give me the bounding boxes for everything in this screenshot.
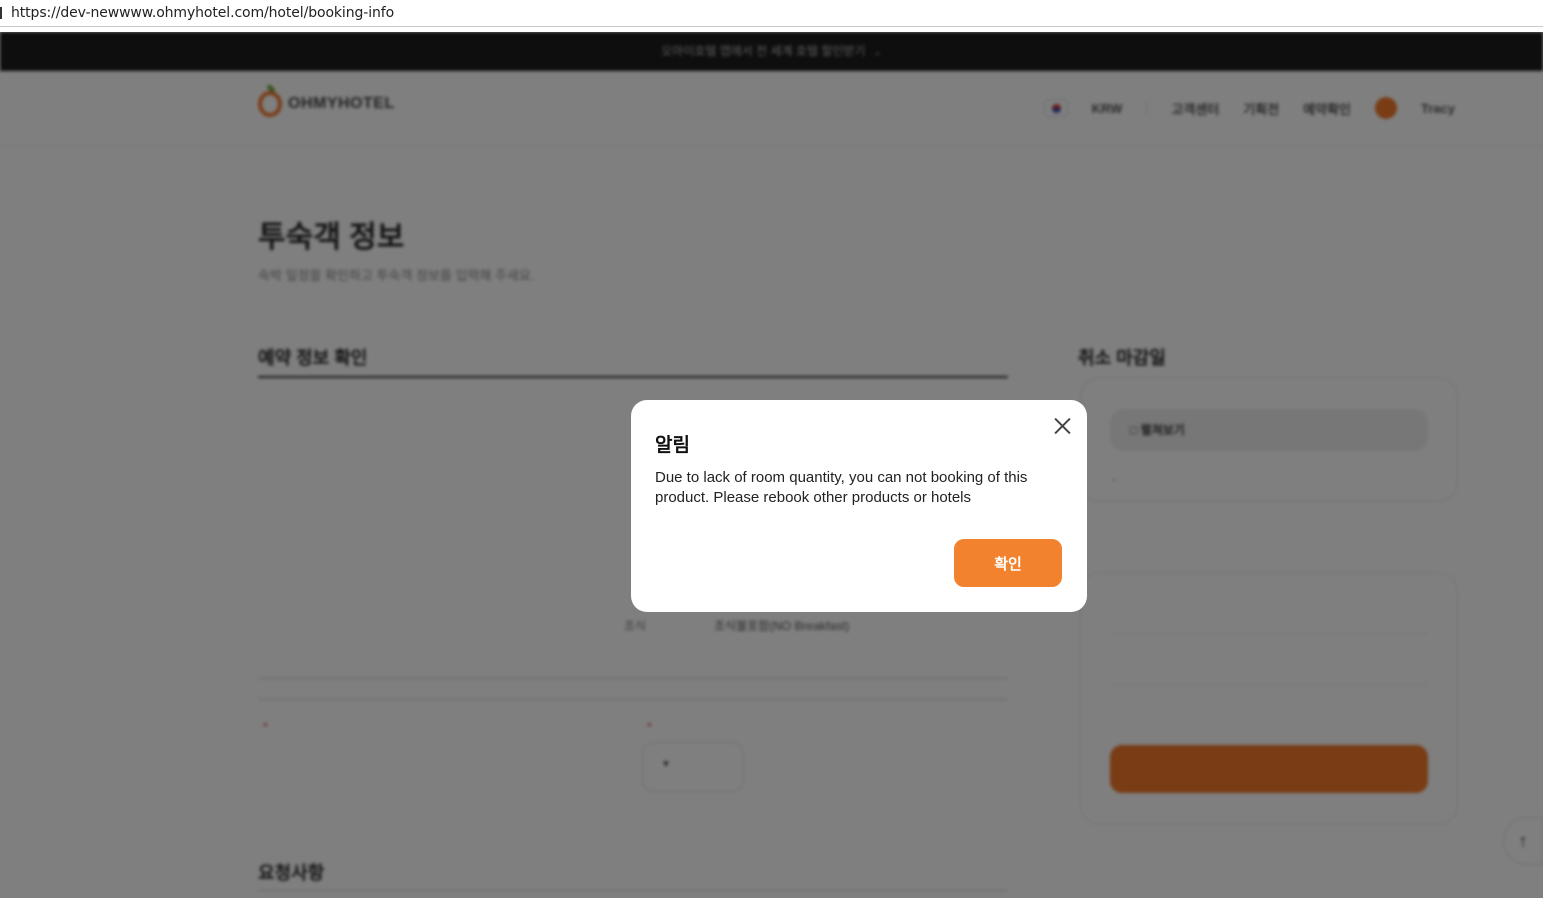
browser-address-bar[interactable]: https://dev-newwww.ohmyhotel.com/hotel/b…	[0, 0, 1543, 27]
dialog-title: 알림	[655, 435, 690, 456]
close-icon[interactable]	[1049, 412, 1077, 440]
alert-dialog: 알림 Due to lack of room quantity, you can…	[631, 400, 1087, 612]
dialog-message: Due to lack of room quantity, you can no…	[655, 469, 1028, 506]
address-url[interactable]: https://dev-newwww.ohmyhotel.com/hotel/b…	[11, 5, 394, 21]
window-edge	[0, 7, 2, 19]
confirm-button[interactable]: 확인	[954, 539, 1062, 587]
